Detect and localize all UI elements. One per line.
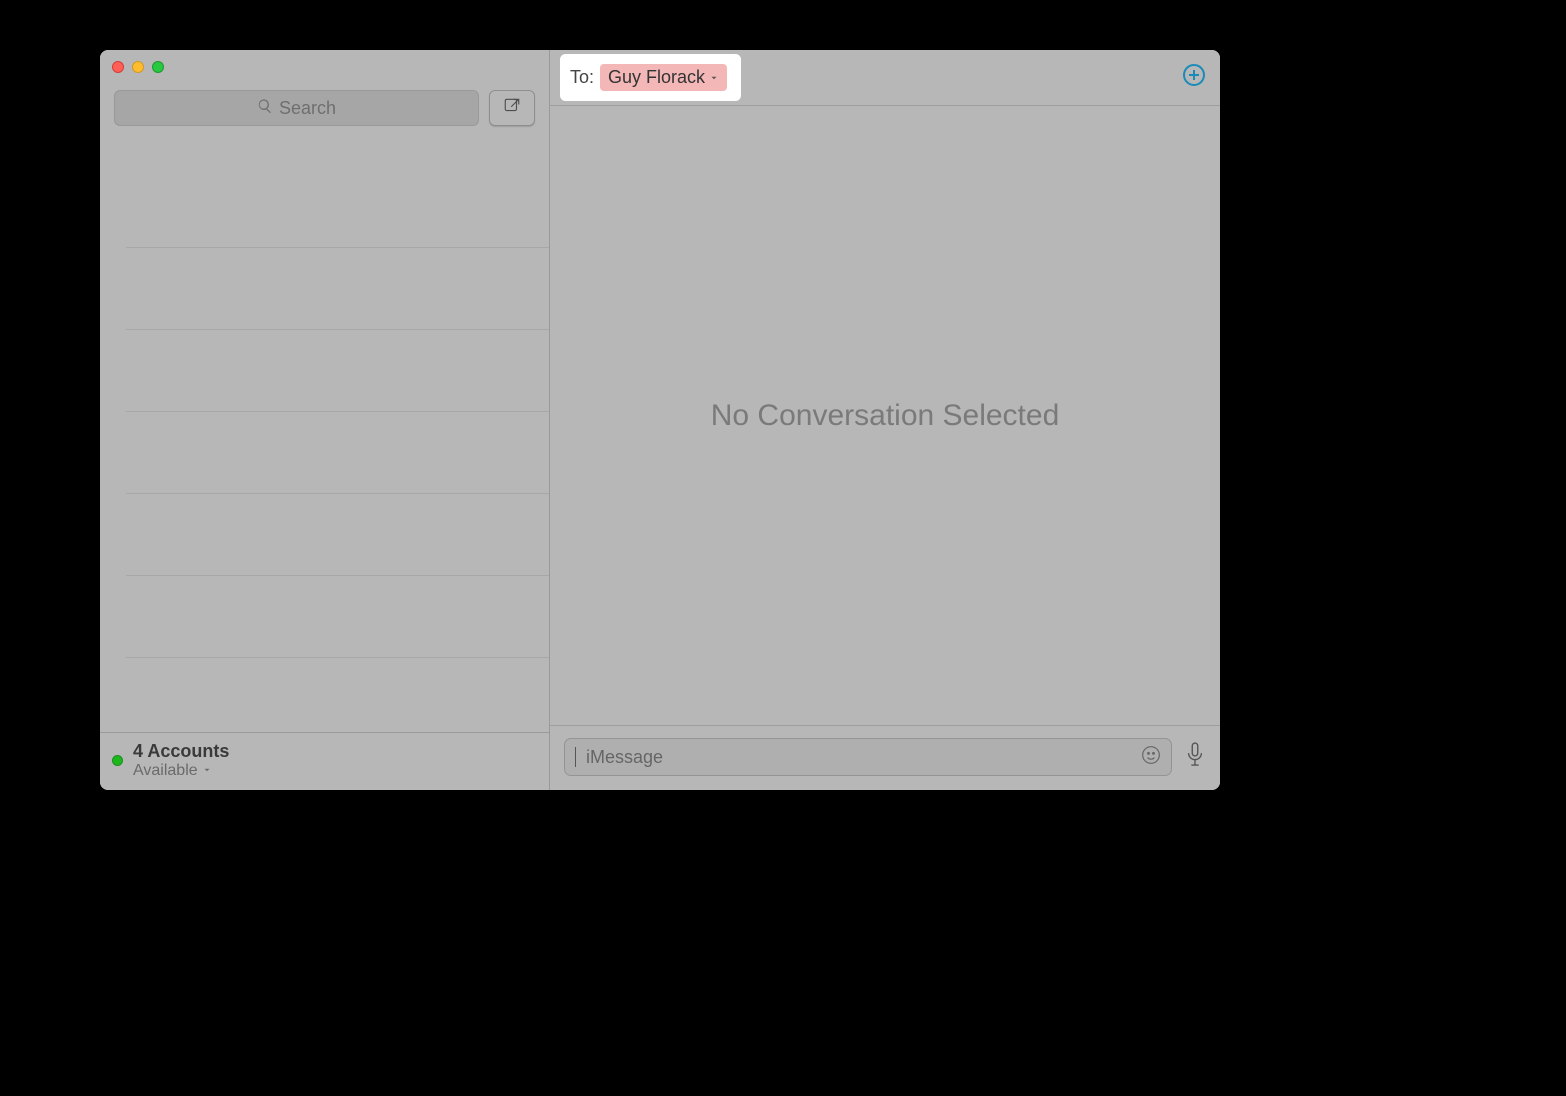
sidebar: Search 4 Accounts Available bbox=[100, 50, 550, 790]
recipient-chip[interactable]: Guy Florack bbox=[600, 64, 727, 91]
status-dropdown[interactable]: Available bbox=[133, 762, 229, 780]
conversation-list bbox=[100, 136, 549, 732]
message-placeholder: iMessage bbox=[586, 747, 1133, 768]
plus-circle-icon bbox=[1182, 74, 1206, 91]
emoji-icon[interactable] bbox=[1141, 745, 1161, 770]
main-panel: To: Guy Florack No Conversation Selected bbox=[550, 50, 1220, 790]
add-recipient-button[interactable] bbox=[1182, 63, 1206, 92]
search-input[interactable]: Search bbox=[114, 90, 479, 126]
list-item[interactable] bbox=[126, 576, 549, 658]
messages-window: Search 4 Accounts Available bbox=[100, 50, 1220, 790]
accounts-label: 4 Accounts bbox=[133, 741, 229, 762]
compose-icon bbox=[503, 97, 521, 120]
window-minimize-button[interactable] bbox=[132, 61, 144, 73]
footer-text: 4 Accounts Available bbox=[133, 741, 229, 780]
window-zoom-button[interactable] bbox=[152, 61, 164, 73]
sidebar-toolbar: Search bbox=[100, 84, 549, 136]
text-cursor bbox=[575, 747, 576, 767]
microphone-icon bbox=[1184, 756, 1206, 773]
window-titlebar bbox=[100, 50, 549, 84]
list-item[interactable] bbox=[126, 248, 549, 330]
window-close-button[interactable] bbox=[112, 61, 124, 73]
status-label: Available bbox=[133, 762, 198, 780]
to-label: To: bbox=[570, 67, 594, 88]
search-icon bbox=[257, 98, 273, 119]
sidebar-footer: 4 Accounts Available bbox=[100, 732, 549, 790]
to-bar: To: Guy Florack bbox=[550, 50, 1220, 106]
list-item[interactable] bbox=[126, 166, 549, 248]
microphone-button[interactable] bbox=[1184, 741, 1206, 774]
empty-state-label: No Conversation Selected bbox=[711, 399, 1060, 433]
compose-button[interactable] bbox=[489, 90, 535, 126]
conversation-body: No Conversation Selected bbox=[550, 106, 1220, 725]
to-field-highlight: To: Guy Florack bbox=[564, 58, 737, 97]
recipient-name: Guy Florack bbox=[608, 67, 705, 88]
chevron-down-icon bbox=[202, 762, 212, 780]
chevron-down-icon bbox=[709, 67, 719, 88]
compose-bar: iMessage bbox=[550, 725, 1220, 790]
presence-indicator-icon bbox=[112, 755, 123, 766]
list-item[interactable] bbox=[126, 412, 549, 494]
search-placeholder: Search bbox=[279, 98, 336, 119]
message-input[interactable]: iMessage bbox=[564, 738, 1172, 776]
list-item[interactable] bbox=[126, 330, 549, 412]
list-item[interactable] bbox=[126, 494, 549, 576]
